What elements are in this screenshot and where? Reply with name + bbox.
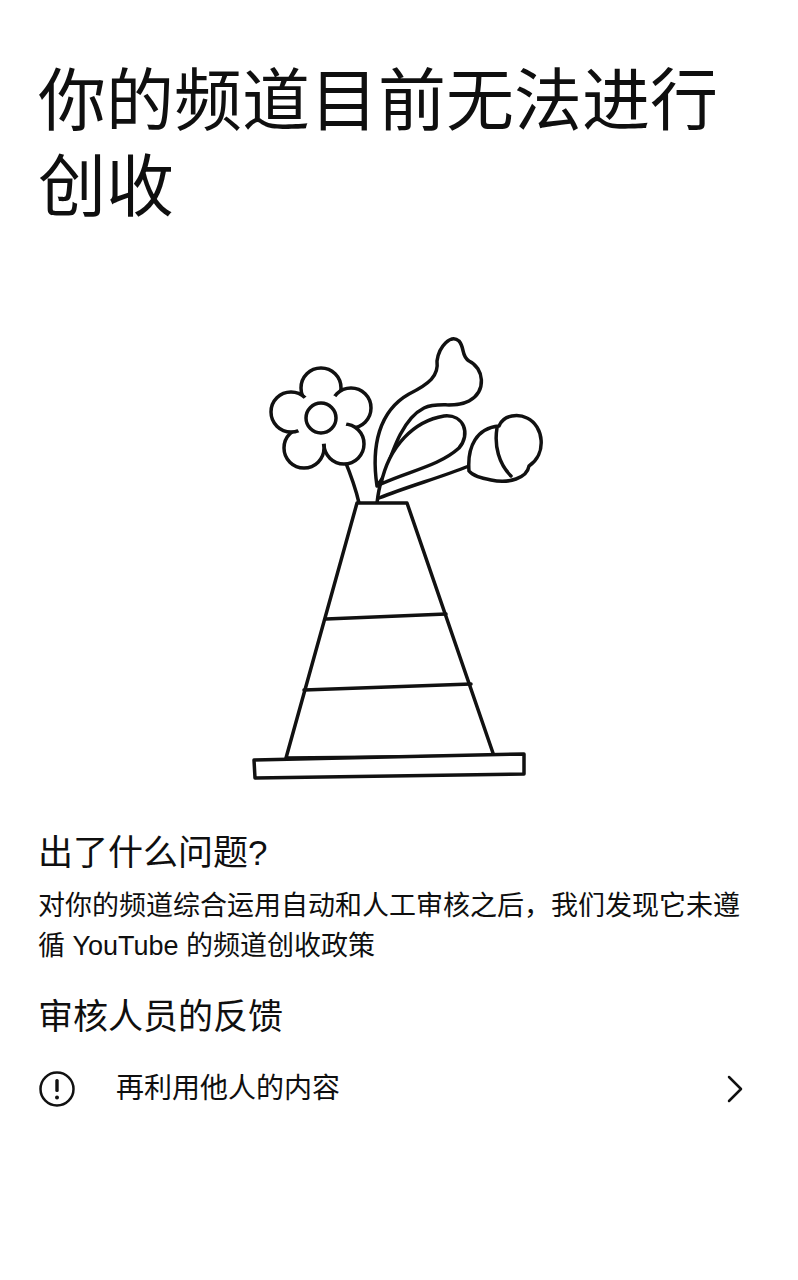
feedback-heading: 审核人员的反馈: [38, 994, 760, 1040]
issue-text: 对你的频道综合运用自动和人工审核之后，我们发现它未遵循 YouTube 的频道创…: [38, 886, 760, 966]
issue-heading: 出了什么问题?: [38, 830, 760, 876]
cone-vase-icon: [249, 326, 549, 796]
feedback-item[interactable]: 再利用他人的内容: [38, 1049, 760, 1129]
feedback-list: 再利用他人的内容: [38, 1049, 760, 1129]
page-title: 你的频道目前无法进行创收: [38, 58, 760, 230]
illustration: [38, 230, 760, 830]
feedback-label: 再利用他人的内容: [116, 1068, 684, 1110]
alert-icon: [38, 1070, 76, 1108]
monetization-page: 你的频道目前无法进行创收出了什么问题? 对你的频道综合运用自动和人工审核之后，我们…: [0, 0, 798, 1149]
chevron-right-icon: [724, 1074, 760, 1104]
